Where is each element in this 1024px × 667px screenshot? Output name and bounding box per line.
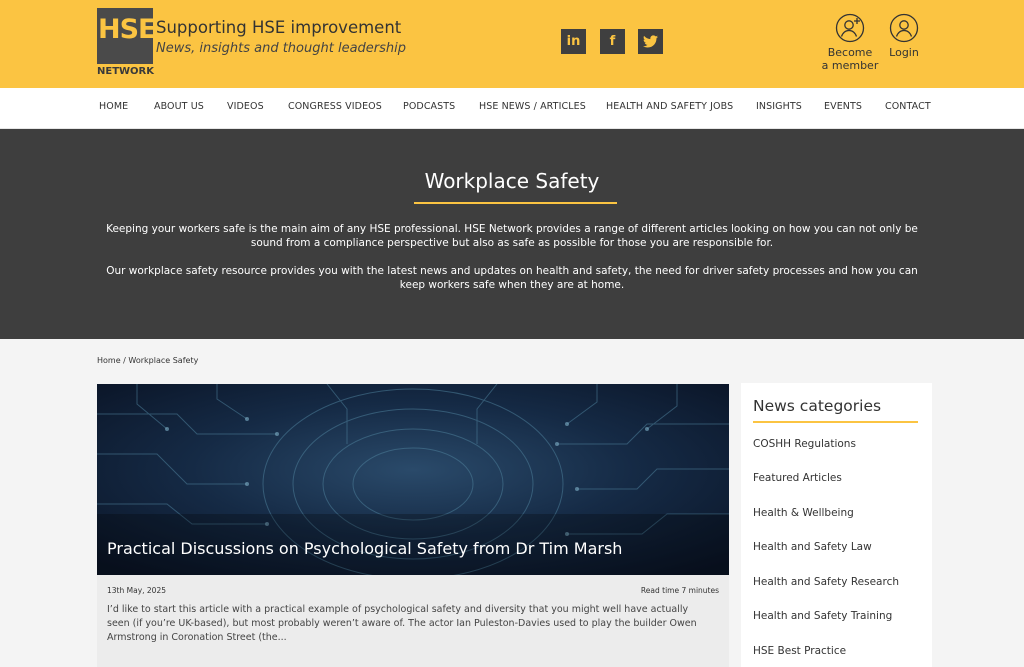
category-hse-best-practice[interactable]: HSE Best Practice — [753, 645, 846, 657]
category-health-and-safety-law[interactable]: Health and Safety Law — [753, 541, 872, 553]
article-excerpt: I’d like to start this article with a pr… — [107, 604, 697, 643]
top-header: HSE NETWORK Supporting HSE improvement N… — [0, 0, 1024, 88]
nav-item-home[interactable]: HOME — [99, 101, 128, 112]
news-categories-sidebar: News categories COSHH Regulations Featur… — [741, 383, 932, 667]
become-member-line1: Become — [827, 46, 873, 59]
hero-paragraph-1: Keeping your workers safe is the main ai… — [106, 223, 918, 249]
nav-item-events[interactable]: EVENTS — [824, 101, 862, 112]
logo-mark: HSE — [97, 8, 156, 64]
twitter-bird-icon — [643, 35, 658, 48]
article-image[interactable]: Practical Discussions on Psychological S… — [97, 384, 729, 575]
add-user-icon — [835, 13, 865, 43]
nav-item-health-and-safety-jobs[interactable]: HEALTH AND SAFETY JOBS — [606, 101, 733, 112]
nav-item-podcasts[interactable]: PODCASTS — [403, 101, 455, 112]
user-icon — [889, 13, 919, 43]
article-date: 13th May, 2025 — [107, 586, 166, 595]
login-button[interactable]: Login — [880, 13, 928, 59]
hero-paragraph-2: Our workplace safety resource provides y… — [106, 265, 918, 291]
tagline: Supporting HSE improvement News, insight… — [156, 18, 406, 56]
sidebar-title: News categories — [753, 397, 882, 415]
become-member-line2: a member — [821, 59, 879, 72]
twitter-icon[interactable] — [638, 29, 663, 54]
article-title[interactable]: Practical Discussions on Psychological S… — [107, 539, 622, 558]
facebook-icon[interactable]: f — [600, 29, 625, 54]
category-health-and-safety-training[interactable]: Health and Safety Training — [753, 610, 892, 622]
nav-item-insights[interactable]: INSIGHTS — [756, 101, 802, 112]
category-health-wellbeing[interactable]: Health & Wellbeing — [753, 507, 854, 519]
breadcrumb[interactable]: Home / Workplace Safety — [97, 356, 198, 365]
become-member-button[interactable]: Become a member — [820, 13, 880, 72]
hero-banner: Workplace Safety Keeping your workers sa… — [0, 129, 1024, 339]
linkedin-glyph: in — [566, 34, 581, 49]
title-underline — [414, 202, 617, 204]
facebook-glyph: f — [609, 34, 616, 49]
logo-subtext: NETWORK — [97, 66, 155, 77]
nav-item-about-us[interactable]: ABOUT US — [154, 101, 204, 112]
category-health-and-safety-research[interactable]: Health and Safety Research — [753, 576, 899, 588]
nav-item-videos[interactable]: VIDEOS — [227, 101, 264, 112]
category-featured-articles[interactable]: Featured Articles — [753, 472, 842, 484]
article-read-time: Read time 7 minutes — [640, 586, 719, 595]
nav-item-hse-news-articles[interactable]: HSE NEWS / ARTICLES — [479, 101, 586, 112]
logo-text: HSE — [98, 14, 156, 45]
category-coshh-regulations[interactable]: COSHH Regulations — [753, 438, 856, 450]
page-title: Workplace Safety — [424, 169, 600, 193]
login-label: Login — [889, 46, 919, 59]
linkedin-icon[interactable]: in — [561, 29, 586, 54]
hse-network-logo[interactable]: HSE NETWORK — [97, 8, 156, 77]
article-card[interactable]: Practical Discussions on Psychological S… — [97, 384, 729, 667]
nav-item-contact[interactable]: CONTACT — [885, 101, 931, 112]
tagline-subtitle: News, insights and thought leadership — [156, 41, 407, 56]
main-nav: HOME ABOUT US VIDEOS CONGRESS VIDEOS POD… — [0, 88, 1024, 129]
nav-item-congress-videos[interactable]: CONGRESS VIDEOS — [288, 101, 382, 112]
tagline-title: Supporting HSE improvement — [156, 18, 402, 37]
sidebar-title-underline — [753, 421, 918, 423]
